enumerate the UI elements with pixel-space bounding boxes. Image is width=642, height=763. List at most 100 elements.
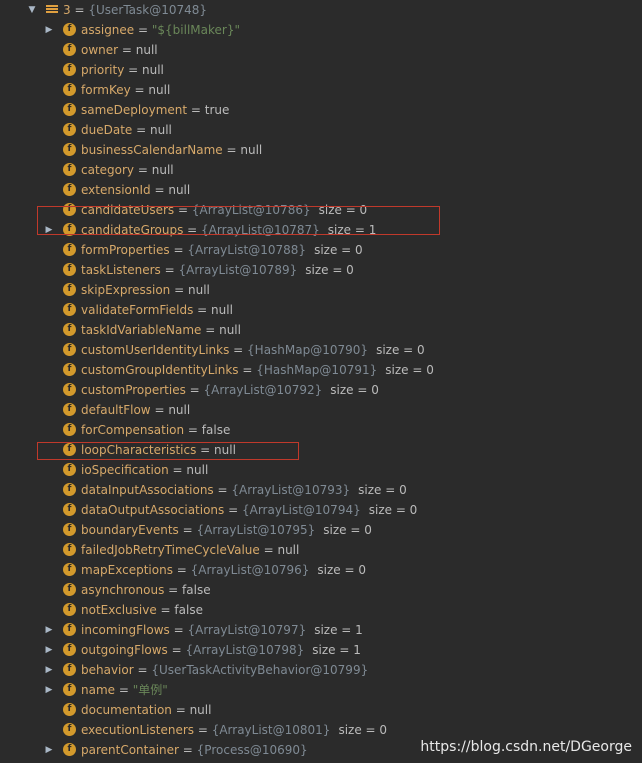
field-equals: = (238, 363, 257, 377)
field-name: incomingFlows (81, 623, 170, 637)
field-text: customUserIdentityLinks = {HashMap@10790… (81, 340, 425, 360)
tree-row-due-date[interactable]: f dueDate = null (0, 120, 642, 140)
field-value: null (211, 303, 233, 317)
tree-row-task-listeners[interactable]: f taskListeners = {ArrayList@10789} size =… (0, 260, 642, 280)
field-equals: = (156, 603, 175, 617)
tree-row-boundary-events[interactable]: f boundaryEvents = {ArrayList@10795} size … (0, 520, 642, 540)
field-text: taskIdVariableName = null (81, 320, 241, 340)
field-text: formKey = null (81, 80, 170, 100)
tree-row-io-specification[interactable]: f ioSpecification = null (0, 460, 642, 480)
field-value: {HashMap@10790} (247, 343, 369, 357)
collapsed-arrow-icon[interactable]: ▶ (43, 660, 55, 680)
field-name: dueDate (81, 123, 133, 137)
tree-row-extension-id[interactable]: f extensionId = null (0, 180, 642, 200)
field-icon: f (63, 563, 76, 576)
tree-row-custom-properties[interactable]: f customProperties = {ArrayList@10792} siz… (0, 380, 642, 400)
field-name: notExclusive (81, 603, 157, 617)
tree-row-outgoing-flows[interactable]: ▶ f outgoingFlows = {ArrayList@10798} size … (0, 640, 642, 660)
field-name: executionListeners (81, 723, 195, 737)
field-equals: = (167, 643, 186, 657)
field-name: documentation (81, 703, 172, 717)
collapsed-arrow-icon[interactable]: ▶ (43, 640, 55, 660)
tree-row-for-compensation[interactable]: f forCompensation = false (0, 420, 642, 440)
tree-row-documentation[interactable]: f documentation = null (0, 700, 642, 720)
field-icon: f (63, 403, 76, 416)
root-ref: {UserTask@10748} (88, 3, 208, 17)
field-name: customUserIdentityLinks (81, 343, 230, 357)
tree-row-custom-group-identity-links[interactable]: f customGroupIdentityLinks = {HashMap@107… (0, 360, 642, 380)
field-name: formKey (81, 83, 131, 97)
tree-row-data-input-associations[interactable]: f dataInputAssociations = {ArrayList@1079… (0, 480, 642, 500)
field-name: forCompensation (81, 423, 185, 437)
field-size: size = 0 (330, 383, 379, 397)
field-name: parentContainer (81, 743, 179, 757)
tree-row-asynchronous[interactable]: f asynchronous = false (0, 580, 642, 600)
tree-row-map-exceptions[interactable]: f mapExceptions = {ArrayList@10796} size =… (0, 560, 642, 580)
field-value: null (149, 123, 172, 137)
field-equals: = (169, 623, 188, 637)
field-name: customProperties (81, 383, 186, 397)
tree-row-validate-form-fields[interactable]: f validateFormFields = null (0, 300, 642, 320)
field-value: null (186, 463, 209, 477)
field-name: businessCalendarName (81, 143, 223, 157)
field-name: category (81, 163, 135, 177)
tree-row-assignee[interactable]: ▶ f assignee = "${billMaker}" (0, 20, 642, 40)
tree-row-default-flow[interactable]: f defaultFlow = null (0, 400, 642, 420)
field-icon: f (63, 603, 76, 616)
field-name: sameDeployment (81, 103, 188, 117)
tree-row-skip-expression[interactable]: f skipExpression = null (0, 280, 642, 300)
tree-root-row[interactable]: ▼ 3 = {UserTask@10748} (0, 0, 642, 20)
field-name: priority (81, 63, 125, 77)
field-text: taskListeners = {ArrayList@10789} size = … (81, 260, 354, 280)
tree-row-priority[interactable]: f priority = null (0, 60, 642, 80)
field-text: name = "单例" (81, 680, 168, 700)
tree-row-business-calendar-name[interactable]: f businessCalendarName = null (0, 140, 642, 160)
tree-row-owner[interactable]: f owner = null (0, 40, 642, 60)
field-text: incomingFlows = {ArrayList@10797} size = … (81, 620, 363, 640)
collapsed-arrow-icon[interactable]: ▶ (43, 620, 55, 640)
tree-row-data-output-associations[interactable]: f dataOutputAssociations = {ArrayList@107… (0, 500, 642, 520)
field-icon: f (63, 643, 76, 656)
field-text: mapExceptions = {ArrayList@10796} size = … (81, 560, 366, 580)
tree-row-execution-listeners[interactable]: f executionListeners = {ArrayList@10801} s… (0, 720, 642, 740)
tree-row-same-deployment[interactable]: f sameDeployment = true (0, 100, 642, 120)
tree-row-failed-job-retry-time-cycle-value[interactable]: f failedJobRetryTimeCycleValue = null (0, 540, 642, 560)
field-equals: = (115, 683, 133, 697)
field-value: null (187, 283, 210, 297)
field-name: assignee (81, 23, 135, 37)
field-text: dataOutputAssociations = {ArrayList@1079… (81, 500, 417, 520)
field-equals: = (164, 583, 183, 597)
tree-row-form-key[interactable]: f formKey = null (0, 80, 642, 100)
field-equals: = (150, 183, 169, 197)
field-value: false (201, 423, 231, 437)
field-icon: f (63, 243, 76, 256)
collapsed-arrow-icon[interactable]: ▶ (43, 20, 55, 40)
field-text: dataInputAssociations = {ArrayList@10793… (81, 480, 407, 500)
field-text: customProperties = {ArrayList@10792} size… (81, 380, 379, 400)
tree-row-form-properties[interactable]: f formProperties = {ArrayList@10788} size … (0, 240, 642, 260)
tree-row-task-id-variable-name[interactable]: f taskIdVariableName = null (0, 320, 642, 340)
tree-row-not-exclusive[interactable]: f notExclusive = false (0, 600, 642, 620)
tree-row-incoming-flows[interactable]: ▶ f incomingFlows = {ArrayList@10797} size … (0, 620, 642, 640)
tree-row-name[interactable]: ▶ f name = "单例" (0, 680, 642, 700)
field-text: notExclusive = false (81, 600, 203, 620)
tree-row-category[interactable]: f category = null (0, 160, 642, 180)
tree-row-behavior[interactable]: ▶ f behavior = {UserTaskActivityBehavior@1… (0, 660, 642, 680)
field-value: null (148, 83, 171, 97)
field-value: true (204, 103, 230, 117)
field-text: defaultFlow = null (81, 400, 190, 420)
field-text: assignee = "${billMaker}" (81, 20, 240, 40)
collapsed-arrow-icon[interactable]: ▶ (43, 680, 55, 700)
field-icon: f (63, 423, 76, 436)
expanded-arrow-icon[interactable]: ▼ (26, 0, 38, 20)
collapsed-arrow-icon[interactable]: ▶ (43, 740, 55, 760)
field-icon: f (63, 683, 76, 696)
field-name: customGroupIdentityLinks (81, 363, 239, 377)
field-value: null (240, 143, 263, 157)
field-icon: f (63, 723, 76, 736)
field-name: skipExpression (81, 283, 171, 297)
field-text: owner = null (81, 40, 158, 60)
field-icon: f (63, 43, 76, 56)
field-value: {ArrayList@10796} (190, 563, 310, 577)
tree-row-custom-user-identity-links[interactable]: f customUserIdentityLinks = {HashMap@1079… (0, 340, 642, 360)
